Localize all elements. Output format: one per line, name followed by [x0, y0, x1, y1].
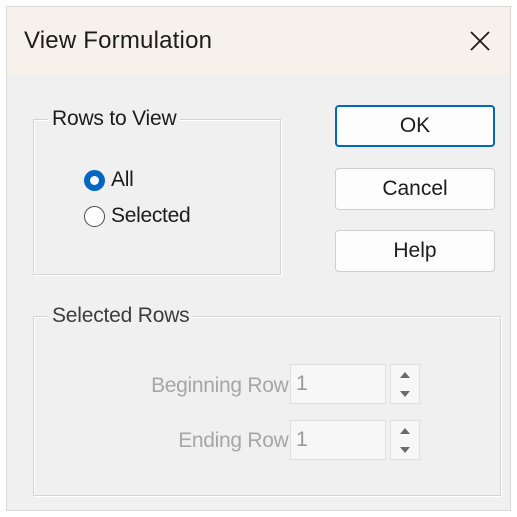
beginning-row-input[interactable]: 1 — [290, 364, 386, 404]
rows-to-view-legend: Rows to View — [48, 107, 181, 131]
beginning-row-spinner[interactable] — [390, 364, 420, 404]
ending-row-up-button[interactable] — [391, 421, 419, 440]
view-formulation-dialog: View Formulation Rows to View All Select… — [6, 6, 511, 511]
selected-rows-legend: Selected Rows — [48, 304, 194, 328]
beginning-row-label: Beginning Row: — [151, 374, 294, 397]
ok-button[interactable]: OK — [335, 105, 495, 147]
dialog-title: View Formulation — [24, 27, 213, 54]
ending-row-input[interactable]: 1 — [290, 420, 386, 460]
arrow-down-icon — [400, 390, 410, 397]
selected-rows-group: Selected Rows Beginning Row: 1 Ending Ro… — [33, 304, 501, 496]
arrow-down-icon — [400, 446, 410, 453]
ending-row-down-button[interactable] — [391, 440, 419, 459]
arrow-up-icon — [400, 371, 410, 378]
ending-row-label: Ending Row: — [178, 429, 294, 452]
title-bar: View Formulation — [7, 7, 510, 75]
radio-all[interactable]: All — [84, 168, 134, 192]
beginning-row-down-button[interactable] — [391, 384, 419, 403]
radio-all-indicator[interactable] — [84, 169, 105, 191]
radio-all-label: All — [111, 168, 134, 191]
rows-to-view-group: Rows to View All Selected — [33, 107, 281, 275]
close-button[interactable] — [450, 7, 510, 75]
help-button[interactable]: Help — [335, 230, 495, 272]
cancel-button[interactable]: Cancel — [335, 168, 495, 210]
dialog-body: Rows to View All Selected OK Cancel Help… — [7, 75, 510, 510]
arrow-up-icon — [400, 427, 410, 434]
radio-selected-indicator[interactable] — [84, 205, 105, 227]
beginning-row-up-button[interactable] — [391, 365, 419, 384]
radio-selected[interactable]: Selected — [84, 204, 191, 228]
ending-row-spinner[interactable] — [390, 420, 420, 460]
radio-selected-label: Selected — [111, 204, 191, 227]
close-icon — [470, 31, 490, 51]
